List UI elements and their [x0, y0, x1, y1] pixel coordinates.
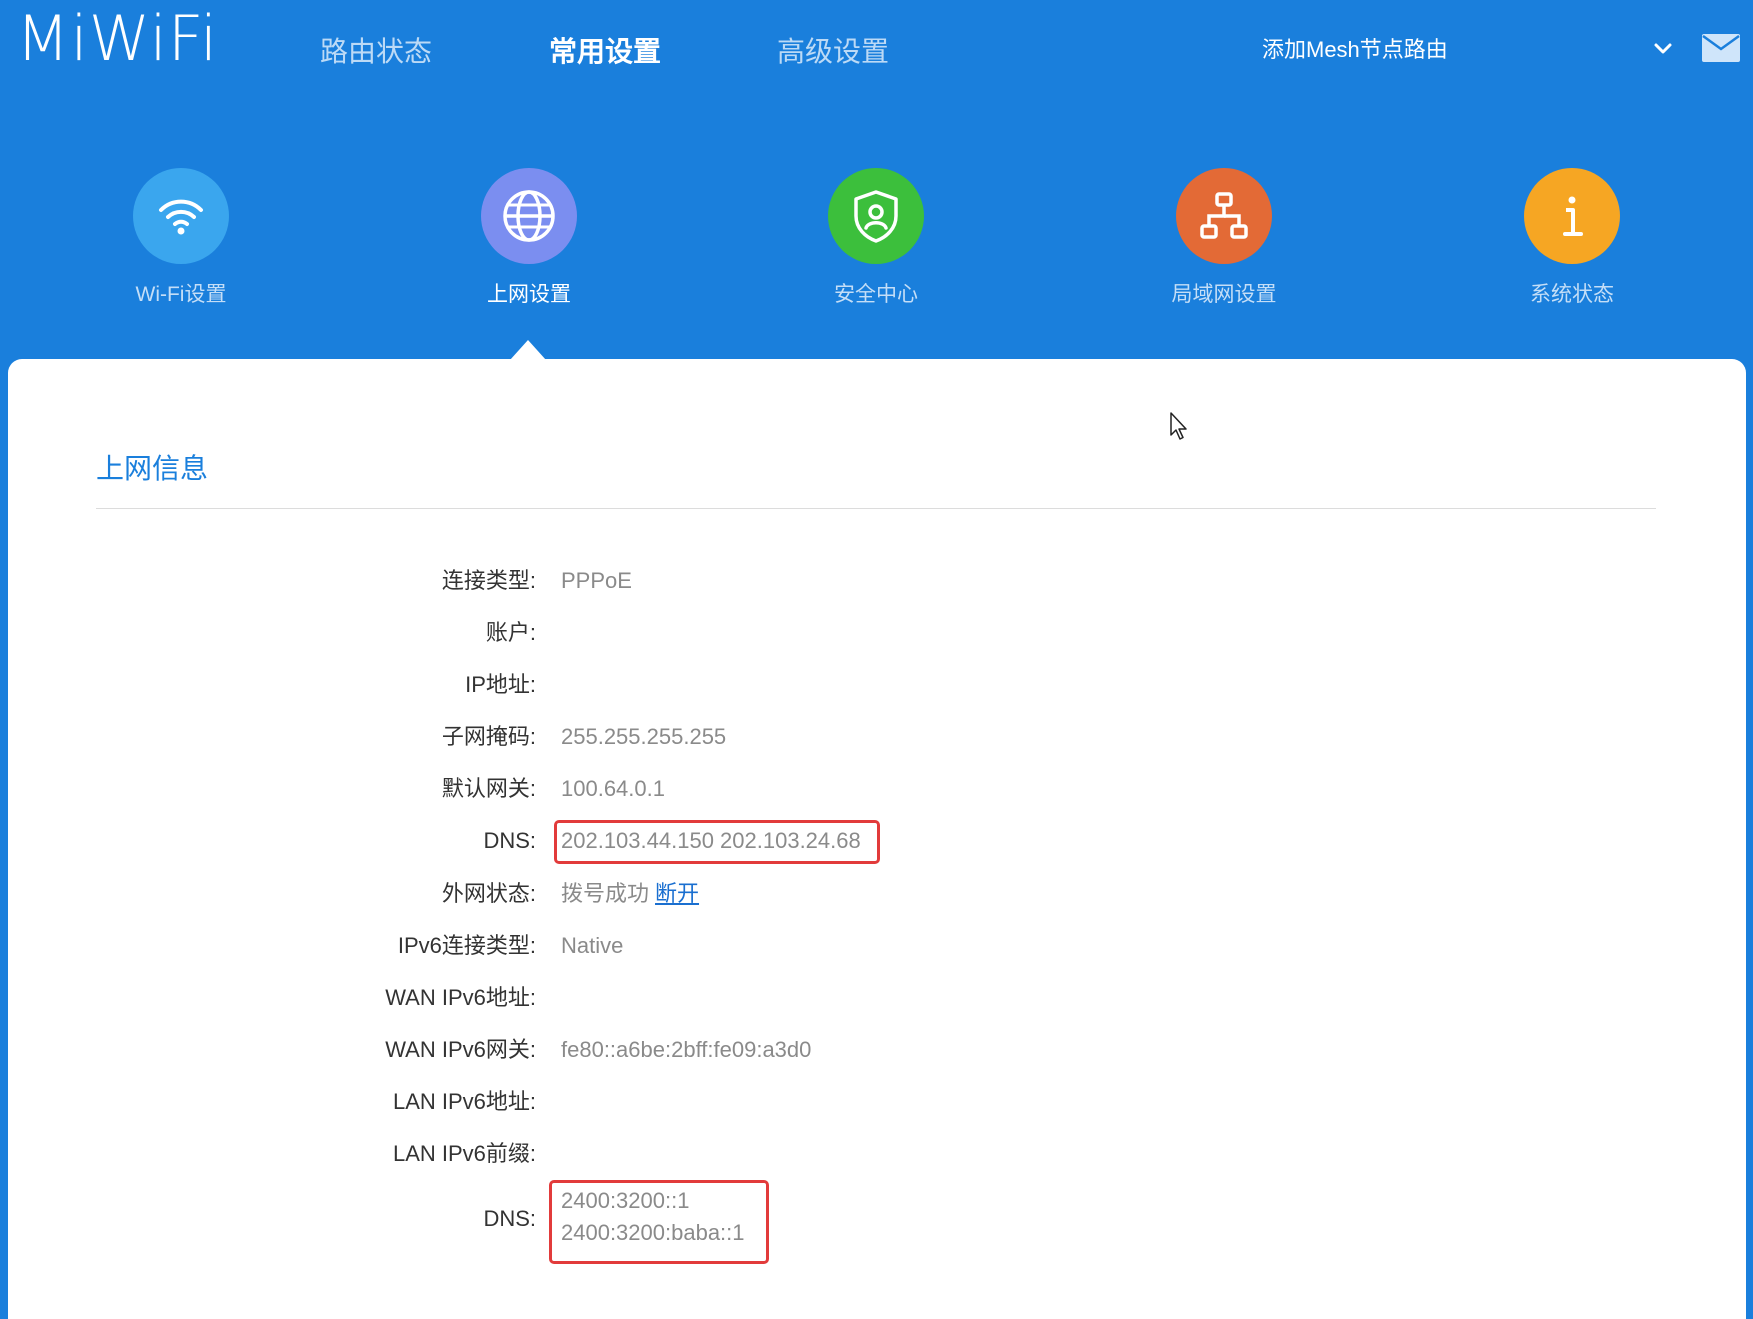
row-label: 账户: [485, 620, 536, 645]
row-label: IP地址: [465, 672, 536, 697]
nav-tab-common-settings[interactable]: 常用设置 [549, 28, 661, 76]
row-value: Native [561, 933, 624, 958]
row-value: fe80::a6be:2bff:fe09:a3d0 [561, 1037, 812, 1062]
category-internet-settings[interactable]: 上网设置 [439, 168, 619, 308]
nav-tab-advanced-settings[interactable]: 高级设置 [777, 28, 889, 76]
info-row-account: 账户: [8, 613, 1708, 653]
disconnect-link[interactable]: 断开 [655, 881, 699, 906]
category-label: 安全中心 [834, 283, 918, 306]
info-icon [1524, 168, 1620, 264]
shield-icon [828, 168, 924, 264]
row-label: WAN IPv6地址: [385, 985, 536, 1010]
mail-icon[interactable] [1702, 34, 1740, 62]
info-row-wan-ipv6-gateway: WAN IPv6网关: fe80::a6be:2bff:fe09:a3d0 [8, 1030, 1708, 1070]
row-label: 外网状态: [441, 881, 536, 906]
info-row-wan-ipv6-address: WAN IPv6地址: [8, 978, 1708, 1018]
lan-icon [1176, 168, 1272, 264]
category-label: 系统状态 [1530, 283, 1614, 306]
row-label: 子网掩码: [441, 724, 536, 749]
active-category-pointer [510, 340, 546, 360]
content-panel: 上网信息 连接类型: PPPoE 账户: IP地址: 子网掩码: 255.255… [8, 359, 1746, 1319]
row-label: LAN IPv6前缀: [392, 1141, 536, 1166]
row-value: 100.64.0.1 [561, 776, 665, 801]
nav-tab-router-status[interactable]: 路由状态 [320, 28, 432, 76]
row-label: DNS: [483, 828, 536, 853]
row-label: IPv6连接类型: [397, 933, 536, 958]
category-label: 局域网设置 [1171, 283, 1277, 306]
row-value: 拨号成功 断开 [561, 874, 699, 914]
info-row-subnet-mask: 子网掩码: 255.255.255.255 [8, 717, 1708, 757]
row-value: 255.255.255.255 [561, 724, 727, 749]
mouse-cursor-icon [1170, 412, 1187, 440]
info-row-ipv6-dns: DNS: [8, 1199, 1708, 1239]
add-mesh-node-link[interactable]: 添加Mesh节点路由 [1262, 30, 1448, 70]
info-row-lan-ipv6-address: LAN IPv6地址: [8, 1082, 1708, 1122]
info-row-ipv6-connection-type: IPv6连接类型: Native [8, 926, 1708, 966]
info-row-wan-status: 外网状态: 拨号成功 断开 [8, 874, 1708, 914]
category-wifi-settings[interactable]: Wi-Fi设置 [91, 168, 271, 308]
ipv6-dns-highlight-box [549, 1180, 769, 1264]
row-label: 连接类型: [441, 568, 536, 593]
wifi-icon [133, 168, 229, 264]
globe-icon [481, 168, 577, 264]
info-row-connection-type: 连接类型: PPPoE [8, 561, 1708, 601]
row-value: PPPoE [561, 568, 632, 593]
category-label: Wi-Fi设置 [135, 283, 227, 306]
page-title: 上网信息 [96, 453, 209, 484]
wan-status-text: 拨号成功 [561, 881, 650, 906]
row-label: WAN IPv6网关: [385, 1037, 536, 1062]
info-row-default-gateway: 默认网关: 100.64.0.1 [8, 769, 1708, 809]
category-lan-settings[interactable]: 局域网设置 [1134, 168, 1314, 308]
info-row-lan-ipv6-prefix: LAN IPv6前缀: [8, 1134, 1708, 1174]
chevron-down-icon[interactable] [1652, 38, 1674, 60]
row-label: LAN IPv6地址: [392, 1089, 536, 1114]
category-system-status[interactable]: 系统状态 [1482, 168, 1662, 308]
row-label: 默认网关: [441, 776, 536, 801]
miwifi-logo[interactable]: MiWiFi [16, 4, 218, 74]
info-row-ip-address: IP地址: [8, 665, 1708, 705]
dns-highlight-box [554, 820, 880, 864]
divider [96, 508, 1656, 509]
category-label: 上网设置 [487, 283, 571, 306]
row-label: DNS: [483, 1206, 536, 1231]
category-security-center[interactable]: 安全中心 [786, 168, 966, 308]
